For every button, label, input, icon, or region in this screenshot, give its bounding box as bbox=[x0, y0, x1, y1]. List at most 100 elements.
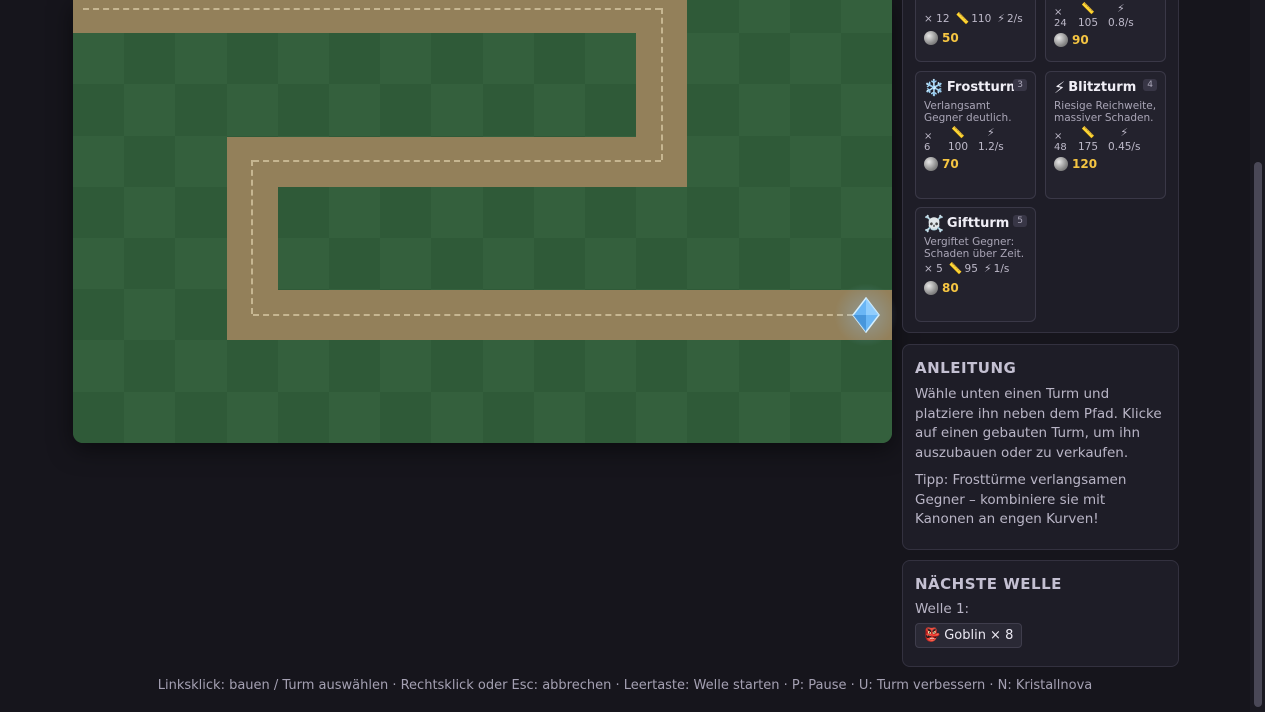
grass-tile[interactable] bbox=[431, 84, 483, 136]
grass-tile[interactable] bbox=[431, 238, 483, 290]
grass-tile[interactable] bbox=[482, 238, 534, 290]
grass-tile[interactable] bbox=[841, 186, 892, 238]
grass-tile[interactable] bbox=[431, 33, 483, 85]
grass-tile[interactable] bbox=[124, 238, 176, 290]
grass-tile[interactable] bbox=[277, 186, 329, 238]
grass-tile[interactable] bbox=[73, 289, 125, 341]
grass-tile[interactable] bbox=[636, 238, 688, 290]
grass-tile[interactable] bbox=[841, 391, 892, 443]
grass-tile[interactable] bbox=[533, 340, 585, 392]
grass-tile[interactable] bbox=[533, 186, 585, 238]
grass-tile[interactable] bbox=[175, 33, 227, 85]
grass-tile[interactable] bbox=[738, 238, 790, 290]
grass-tile[interactable] bbox=[431, 186, 483, 238]
grass-tile[interactable] bbox=[789, 186, 841, 238]
tower-card-frost[interactable]: ❄️ Frostturm 3 Verlangsamt Gegner deutlic… bbox=[915, 71, 1036, 199]
grass-tile[interactable] bbox=[738, 33, 790, 85]
grass-tile[interactable] bbox=[73, 340, 125, 392]
grass-tile[interactable] bbox=[687, 238, 739, 290]
grass-tile[interactable] bbox=[124, 84, 176, 136]
grass-tile[interactable] bbox=[738, 0, 790, 34]
grass-tile[interactable] bbox=[789, 238, 841, 290]
grass-tile[interactable] bbox=[687, 340, 739, 392]
grass-tile[interactable] bbox=[636, 340, 688, 392]
grass-tile[interactable] bbox=[124, 186, 176, 238]
grass-tile[interactable] bbox=[738, 135, 790, 187]
grass-tile[interactable] bbox=[841, 33, 892, 85]
grass-tile[interactable] bbox=[431, 391, 483, 443]
grass-tile[interactable] bbox=[789, 340, 841, 392]
grass-tile[interactable] bbox=[789, 135, 841, 187]
grass-tile[interactable] bbox=[175, 135, 227, 187]
grass-tile[interactable] bbox=[329, 84, 381, 136]
grass-tile[interactable] bbox=[789, 33, 841, 85]
grass-tile[interactable] bbox=[482, 391, 534, 443]
diamond-crystal-icon[interactable] bbox=[852, 297, 880, 333]
grass-tile[interactable] bbox=[175, 391, 227, 443]
grass-tile[interactable] bbox=[789, 391, 841, 443]
grass-tile[interactable] bbox=[533, 238, 585, 290]
grass-tile[interactable] bbox=[175, 340, 227, 392]
grass-tile[interactable] bbox=[738, 186, 790, 238]
grass-tile[interactable] bbox=[380, 33, 432, 85]
grass-tile[interactable] bbox=[687, 33, 739, 85]
grass-tile[interactable] bbox=[687, 84, 739, 136]
tower-card-poison[interactable]: ☠️ Giftturm 5 Vergiftet Gegner: Schaden ü… bbox=[915, 207, 1036, 322]
grass-tile[interactable] bbox=[226, 340, 278, 392]
tower-card-top-right[interactable]: × 24 📏 105 ⚡ 0.8/s 90 bbox=[1045, 0, 1166, 62]
grass-tile[interactable] bbox=[380, 84, 432, 136]
grass-tile[interactable] bbox=[277, 340, 329, 392]
grass-tile[interactable] bbox=[687, 135, 739, 187]
grass-tile[interactable] bbox=[789, 84, 841, 136]
grass-tile[interactable] bbox=[73, 391, 125, 443]
grass-tile[interactable] bbox=[585, 238, 637, 290]
grass-tile[interactable] bbox=[687, 186, 739, 238]
grass-tile[interactable] bbox=[738, 84, 790, 136]
grass-tile[interactable] bbox=[124, 391, 176, 443]
grass-tile[interactable] bbox=[380, 186, 432, 238]
grass-tile[interactable] bbox=[226, 391, 278, 443]
grass-tile[interactable] bbox=[841, 0, 892, 34]
grass-tile[interactable] bbox=[277, 238, 329, 290]
grass-tile[interactable] bbox=[738, 391, 790, 443]
grass-tile[interactable] bbox=[841, 340, 892, 392]
grass-tile[interactable] bbox=[789, 0, 841, 34]
grass-tile[interactable] bbox=[175, 238, 227, 290]
grass-tile[interactable] bbox=[841, 135, 892, 187]
grass-tile[interactable] bbox=[380, 238, 432, 290]
grass-tile[interactable] bbox=[380, 340, 432, 392]
grass-tile[interactable] bbox=[175, 289, 227, 341]
grass-tile[interactable] bbox=[380, 391, 432, 443]
grass-tile[interactable] bbox=[687, 0, 739, 34]
grass-tile[interactable] bbox=[124, 33, 176, 85]
grass-tile[interactable] bbox=[482, 84, 534, 136]
grass-tile[interactable] bbox=[636, 391, 688, 443]
grass-tile[interactable] bbox=[585, 33, 637, 85]
grass-tile[interactable] bbox=[533, 33, 585, 85]
grass-tile[interactable] bbox=[482, 33, 534, 85]
tower-card-lightning[interactable]: ⚡ Blitzturm 4 Riesige Reichweite, massive… bbox=[1045, 71, 1166, 199]
grass-tile[interactable] bbox=[533, 391, 585, 443]
grass-tile[interactable] bbox=[533, 84, 585, 136]
grass-tile[interactable] bbox=[329, 391, 381, 443]
grass-tile[interactable] bbox=[73, 135, 125, 187]
grass-tile[interactable] bbox=[329, 238, 381, 290]
grass-tile[interactable] bbox=[585, 186, 637, 238]
tower-card-top-left[interactable]: × 12 📏 110 ⚡ 2/s 50 bbox=[915, 0, 1036, 62]
grass-tile[interactable] bbox=[431, 340, 483, 392]
grass-tile[interactable] bbox=[226, 84, 278, 136]
grass-tile[interactable] bbox=[841, 238, 892, 290]
grass-tile[interactable] bbox=[73, 186, 125, 238]
grass-tile[interactable] bbox=[175, 84, 227, 136]
grass-tile[interactable] bbox=[277, 391, 329, 443]
grass-tile[interactable] bbox=[585, 340, 637, 392]
grass-tile[interactable] bbox=[124, 340, 176, 392]
grass-tile[interactable] bbox=[482, 186, 534, 238]
grass-tile[interactable] bbox=[482, 340, 534, 392]
grass-tile[interactable] bbox=[277, 33, 329, 85]
grass-tile[interactable] bbox=[73, 84, 125, 136]
scrollbar[interactable] bbox=[1250, 0, 1265, 712]
grass-tile[interactable] bbox=[636, 186, 688, 238]
game-board[interactable] bbox=[73, 0, 892, 443]
grass-tile[interactable] bbox=[329, 340, 381, 392]
